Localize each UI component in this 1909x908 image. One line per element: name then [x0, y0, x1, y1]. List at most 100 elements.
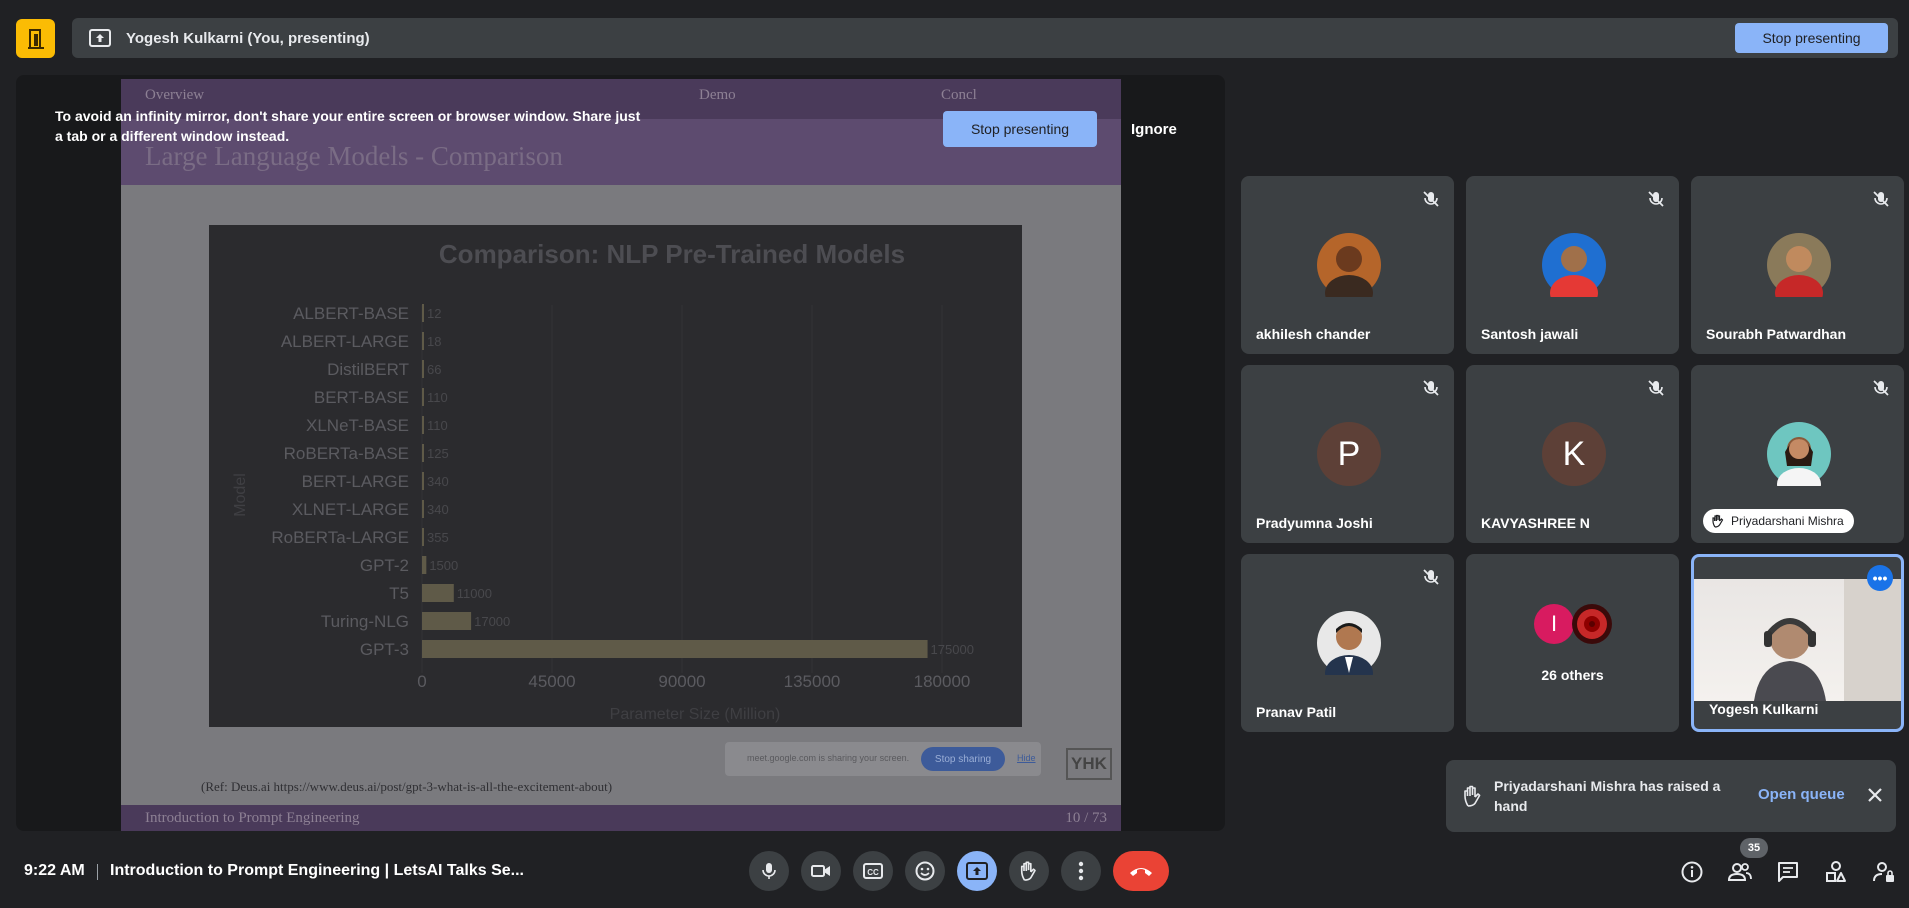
bar [422, 304, 424, 322]
warning-stop-presenting-button[interactable]: Stop presenting [943, 111, 1097, 147]
bar [422, 640, 928, 658]
x-tick-label: 90000 [658, 672, 705, 691]
info-icon [1681, 861, 1703, 883]
mic-off-icon [1645, 377, 1667, 399]
y-tick-label: XLNeT-BASE [306, 416, 409, 435]
bar [422, 332, 424, 350]
meeting-details-button[interactable] [1679, 859, 1705, 885]
chart: Comparison: NLP Pre-Trained Models 0 45000… [209, 225, 1022, 727]
stop-presenting-button[interactable]: Stop presenting [1735, 23, 1888, 53]
camera-button[interactable] [801, 851, 841, 891]
open-queue-link[interactable]: Open queue [1758, 786, 1845, 803]
toast-message: Priyadarshani Mishra has raised a hand [1494, 778, 1721, 814]
meet-window: Yogesh Kulkarni (You, presenting) Stop p… [0, 0, 1909, 908]
mic-off-icon [1870, 188, 1892, 210]
video-camera-icon [811, 865, 830, 877]
presentation-slide: Overview Demo Concl Large Language Model… [121, 79, 1121, 831]
self-tile[interactable]: ••• Yogesh Kulkarni [1691, 554, 1904, 732]
participant-tile[interactable]: akhilesh chander [1241, 176, 1454, 354]
participant-tile[interactable]: Sourabh Patwardhan [1691, 176, 1904, 354]
leave-call-button[interactable] [1113, 851, 1169, 891]
bar [422, 528, 424, 546]
mic-off-icon [1870, 377, 1892, 399]
avatar [1767, 422, 1831, 486]
avatar [1572, 604, 1612, 644]
participant-tile[interactable]: Pranav Patil [1241, 554, 1454, 732]
bar [422, 472, 424, 490]
participant-tile[interactable]: K KAVYASHREE N [1466, 365, 1679, 543]
y-tick-label: ALBERT-LARGE [281, 332, 409, 351]
data-label: 110 [427, 418, 448, 433]
people-button[interactable] [1727, 859, 1753, 885]
participant-name: Pranav Patil [1256, 704, 1337, 720]
data-label: 1500 [429, 558, 458, 573]
slide-nav-item: Concl [941, 87, 977, 103]
y-tick-label: BERT-LARGE [302, 472, 409, 491]
participant-tile[interactable]: Priyadarshani Mishra [1691, 365, 1904, 543]
chat-button[interactable] [1775, 859, 1801, 885]
data-label: 340 [427, 502, 449, 517]
present-now-button[interactable] [957, 851, 997, 891]
x-tick-label: 0 [417, 672, 426, 691]
activities-button[interactable] [1823, 859, 1849, 885]
y-tick-label: GPT-2 [360, 556, 409, 575]
shapes-icon [1826, 861, 1846, 882]
reactions-button[interactable] [905, 851, 945, 891]
chat-icon [1778, 862, 1798, 882]
slide-reference: (Ref: Deus.ai https://www.deus.ai/post/g… [201, 779, 613, 794]
bar [422, 584, 454, 602]
avatar: I [1534, 604, 1574, 644]
y-tick-label: ALBERT-BASE [293, 304, 409, 323]
mic-off-icon [1420, 188, 1442, 210]
slide-nav-item: Overview [145, 87, 205, 103]
more-options-button[interactable]: ••• [1867, 565, 1893, 591]
shared-screen: Overview Demo Concl Large Language Model… [16, 75, 1225, 831]
y-tick-label: Turing-NLG [321, 612, 409, 631]
slide-nav-item: Demo [699, 87, 736, 103]
participant-tile[interactable]: Santosh jawali [1466, 176, 1679, 354]
participant-name: KAVYASHREE N [1481, 515, 1590, 531]
raise-hand-button[interactable] [1009, 851, 1049, 891]
data-label: 18 [427, 334, 441, 349]
meeting-title: Introduction to Prompt Engineering | Let… [110, 862, 524, 879]
data-label: 340 [427, 474, 449, 489]
raised-hand-toast: Priyadarshani Mishra has raised a hand O… [1446, 760, 1896, 832]
more-options-button[interactable] [1061, 851, 1101, 891]
svg-text:CC: CC [867, 868, 879, 877]
raised-hand-name-pill: Priyadarshani Mishra [1703, 509, 1854, 533]
self-name: Yogesh Kulkarni [1709, 701, 1819, 717]
bar [422, 444, 424, 462]
share-notice: meet.google.com is sharing your screen. … [725, 742, 1041, 776]
raised-hand-icon [1462, 784, 1484, 808]
y-tick-label: RoBERTa-LARGE [271, 528, 409, 547]
data-label: 125 [427, 446, 449, 461]
present-screen-icon [88, 26, 112, 50]
slide-page-number: 10 / 73 [1065, 810, 1107, 826]
bar [422, 612, 472, 630]
raised-hand-icon [1712, 514, 1724, 528]
avatar [1317, 611, 1381, 675]
y-tick-label: DistilBERT [327, 360, 409, 379]
people-icon [1727, 863, 1752, 881]
data-label: 66 [427, 362, 441, 377]
slide-footer-title: Introduction to Prompt Engineering [145, 810, 360, 826]
self-video [1694, 579, 1901, 701]
lock-person-icon [1873, 862, 1894, 882]
chart-svg: Comparison: NLP Pre-Trained Models 0 45000… [232, 239, 974, 723]
slide-footer: Introduction to Prompt Engineering 10 / … [121, 805, 1121, 831]
leave-door-button[interactable] [16, 19, 55, 58]
bar [422, 556, 427, 574]
close-icon[interactable] [1864, 784, 1886, 806]
bar [422, 416, 424, 434]
participant-tile[interactable]: P Pradyumna Joshi [1241, 365, 1454, 543]
x-tick-label: 135000 [784, 672, 841, 691]
participant-name: Santosh jawali [1481, 326, 1579, 342]
divider [97, 864, 98, 880]
captions-button[interactable]: CC [853, 851, 893, 891]
x-tick-label: 45000 [528, 672, 575, 691]
hide-link: Hide [1017, 753, 1036, 763]
ignore-button[interactable]: Ignore [1131, 121, 1177, 138]
others-tile[interactable]: I 26 others [1466, 554, 1679, 732]
host-controls-button[interactable] [1871, 859, 1897, 885]
microphone-button[interactable] [749, 851, 789, 891]
